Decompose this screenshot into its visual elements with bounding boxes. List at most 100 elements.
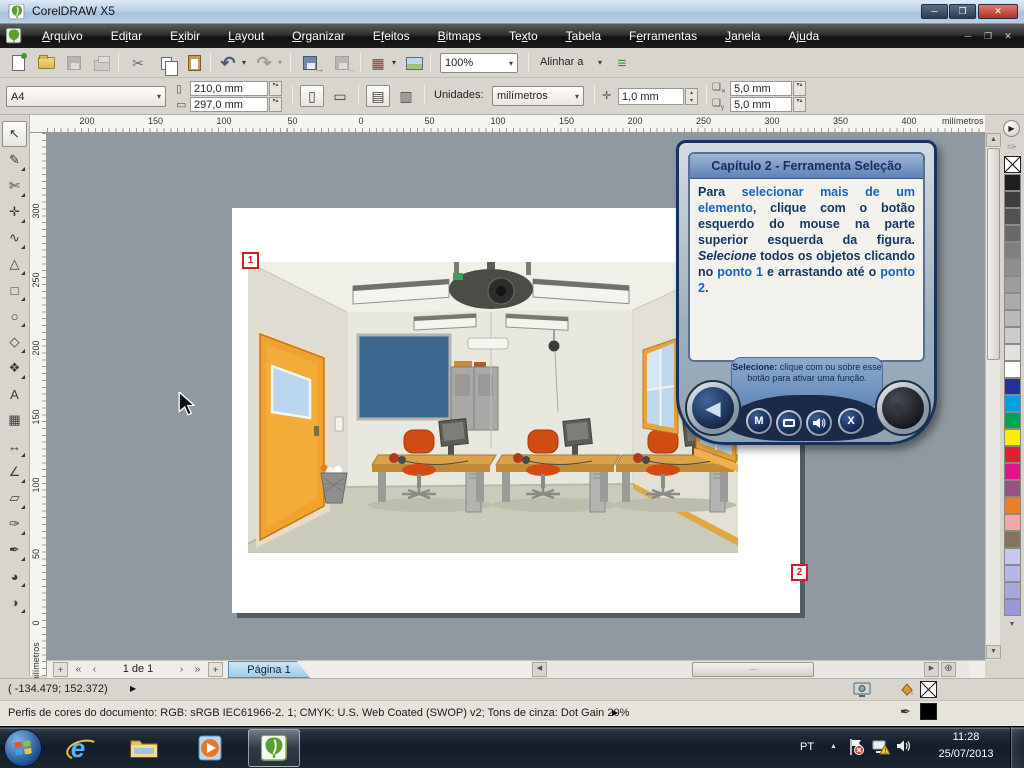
page-tab[interactable]: Página 1 [228, 661, 310, 678]
palette-scroll-down-icon[interactable]: ▼ [1004, 618, 1020, 631]
palette-color-swatch[interactable] [1004, 548, 1021, 565]
menu-bitmaps[interactable]: Bitmaps [426, 26, 493, 46]
print-button[interactable] [90, 52, 114, 74]
scroll-left-icon[interactable]: ◀ [532, 662, 547, 677]
palette-color-swatch[interactable] [1004, 225, 1021, 242]
next-page-button[interactable]: › [174, 662, 189, 677]
doc-close-icon[interactable]: ✕ [1000, 30, 1016, 43]
polygon-tool[interactable]: ◇ [2, 329, 27, 355]
doc-minimize-icon[interactable]: ─ [960, 30, 976, 43]
no-color-swatch[interactable] [1004, 156, 1021, 173]
clock-time[interactable]: 11:28 [930, 731, 1002, 743]
profiles-expand-icon[interactable]: ▶ [612, 708, 618, 717]
rectangle-tool[interactable]: □ [2, 277, 27, 303]
menu-organizar[interactable]: Organizar [280, 26, 357, 46]
tutorial-popup[interactable]: Capítulo 2 - Ferramenta Seleção Para sel… [676, 140, 937, 445]
outline-color-swatch[interactable] [920, 703, 937, 720]
clock-date[interactable]: 25/07/2013 [930, 748, 1002, 760]
volume-icon[interactable] [896, 739, 912, 756]
snap-to-label[interactable]: Alinhar a [540, 56, 583, 68]
dimension-tool[interactable]: ↔ [2, 433, 27, 459]
palette-color-swatch[interactable] [1004, 344, 1021, 361]
popup-link[interactable]: ponto 1 [717, 265, 763, 279]
language-indicator[interactable]: PT [800, 741, 814, 753]
nudge-spinner[interactable]: ▴▾ [685, 88, 698, 105]
paper-type-combo[interactable]: A4 ▾ [6, 86, 166, 107]
classroom-illustration[interactable] [248, 262, 738, 553]
document-info-icon[interactable] [852, 682, 872, 701]
effects-tool[interactable]: ▱ [2, 485, 27, 511]
interactive-fill-tool[interactable]: ◑ [2, 589, 27, 615]
menu-exibir[interactable]: Exibir [158, 26, 212, 46]
undo-dropdown-icon[interactable]: ▾ [242, 58, 246, 67]
taskbar-windows-explorer[interactable] [118, 729, 170, 767]
scroll-up-icon[interactable]: ▲ [986, 133, 1001, 147]
smart-drawing-tool[interactable]: △ [2, 251, 27, 277]
paper-height-spinner[interactable]: ▾▴ [269, 97, 282, 112]
close-button[interactable]: ✕ [978, 4, 1018, 19]
start-button[interactable] [4, 729, 42, 767]
undo-button[interactable]: ↶ [216, 52, 240, 74]
horizontal-scrollbar[interactable]: ◀ ⋯ ▶ ⊕ [532, 661, 969, 678]
outline-tool[interactable]: ✒ [2, 537, 27, 563]
palette-color-swatch[interactable] [1004, 497, 1021, 514]
zoom-fit-icon[interactable]: ⊕ [941, 662, 956, 677]
paper-width-field[interactable]: 210,0 mm [190, 81, 268, 96]
palette-color-swatch[interactable] [1004, 480, 1021, 497]
tutorial-menu-button[interactable]: M [745, 407, 773, 435]
table-tool[interactable]: ▦ [2, 407, 27, 433]
tutorial-back-button[interactable]: ◀ [685, 380, 741, 436]
welcome-screen-button[interactable] [402, 52, 426, 74]
action-center-icon[interactable] [848, 738, 864, 759]
palette-color-swatch[interactable] [1004, 463, 1021, 480]
tutorial-minimize-button[interactable] [775, 409, 803, 437]
import-button[interactable]: → [298, 52, 322, 74]
point-2-marker[interactable]: 2 [791, 564, 808, 581]
taskbar-coreldraw[interactable] [248, 729, 300, 767]
palette-color-swatch[interactable] [1004, 310, 1021, 327]
ellipse-tool[interactable]: ○ [2, 303, 27, 329]
point-1-marker[interactable]: 1 [242, 252, 259, 269]
options-button[interactable]: ≡ [610, 52, 634, 74]
duplicate-y-spinner[interactable]: ▾▴ [793, 97, 806, 112]
text-tool[interactable]: A [2, 381, 27, 407]
nudge-field[interactable]: 1,0 mm [618, 88, 684, 105]
zoom-level-combo[interactable]: 100% ▾ [440, 53, 518, 73]
launcher-dropdown-icon[interactable]: ▾ [392, 58, 396, 67]
palette-color-swatch[interactable] [1004, 327, 1021, 344]
menu-ajuda[interactable]: Ajuda [776, 26, 831, 46]
cut-button[interactable]: ✂ [126, 52, 150, 74]
title-bar[interactable]: CorelDRAW X5 ─ ❐ ✕ [0, 0, 1024, 24]
connector-tool[interactable]: ∠ [2, 459, 27, 485]
add-page-button[interactable]: + [53, 662, 68, 677]
horizontal-ruler[interactable]: milímetros 20015010050050100150200250300… [30, 115, 985, 133]
palette-color-swatch[interactable] [1004, 174, 1021, 191]
menu-editar[interactable]: Editar [99, 26, 154, 46]
palette-color-swatch[interactable] [1004, 191, 1021, 208]
door[interactable] [256, 328, 330, 548]
doc-restore-icon[interactable]: ❐ [980, 30, 996, 43]
tutorial-forward-button[interactable]: ▶ [875, 380, 931, 436]
palette-color-swatch[interactable] [1004, 514, 1021, 531]
prev-page-button[interactable]: ‹ [87, 662, 102, 677]
units-combo[interactable]: milímetros ▾ [492, 86, 584, 106]
tray-chevron-icon[interactable]: ▲ [830, 743, 837, 750]
paste-button[interactable] [182, 52, 206, 74]
crop-tool[interactable]: ✄ [2, 173, 27, 199]
new-document-button[interactable] [6, 52, 30, 74]
taskbar-internet-explorer[interactable]: e [52, 729, 104, 767]
vertical-scrollbar[interactable]: ▲ ▼ [985, 133, 1000, 660]
show-desktop-button[interactable] [1010, 727, 1024, 768]
palette-color-swatch[interactable] [1004, 565, 1021, 582]
menu-tabela[interactable]: Tabela [554, 26, 613, 46]
vertical-scroll-thumb[interactable] [987, 148, 1000, 360]
scroll-down-icon[interactable]: ▼ [986, 645, 1001, 659]
first-page-button[interactable]: « [71, 662, 86, 677]
palette-color-swatch[interactable] [1004, 276, 1021, 293]
palette-color-swatch[interactable] [1004, 582, 1021, 599]
last-page-button[interactable]: » [190, 662, 205, 677]
palette-color-swatch[interactable] [1004, 531, 1021, 548]
palette-eyedropper-icon[interactable]: ✑ [1004, 140, 1020, 156]
coordinates-expand-icon[interactable]: ▶ [130, 684, 136, 693]
palette-color-swatch[interactable] [1004, 429, 1021, 446]
